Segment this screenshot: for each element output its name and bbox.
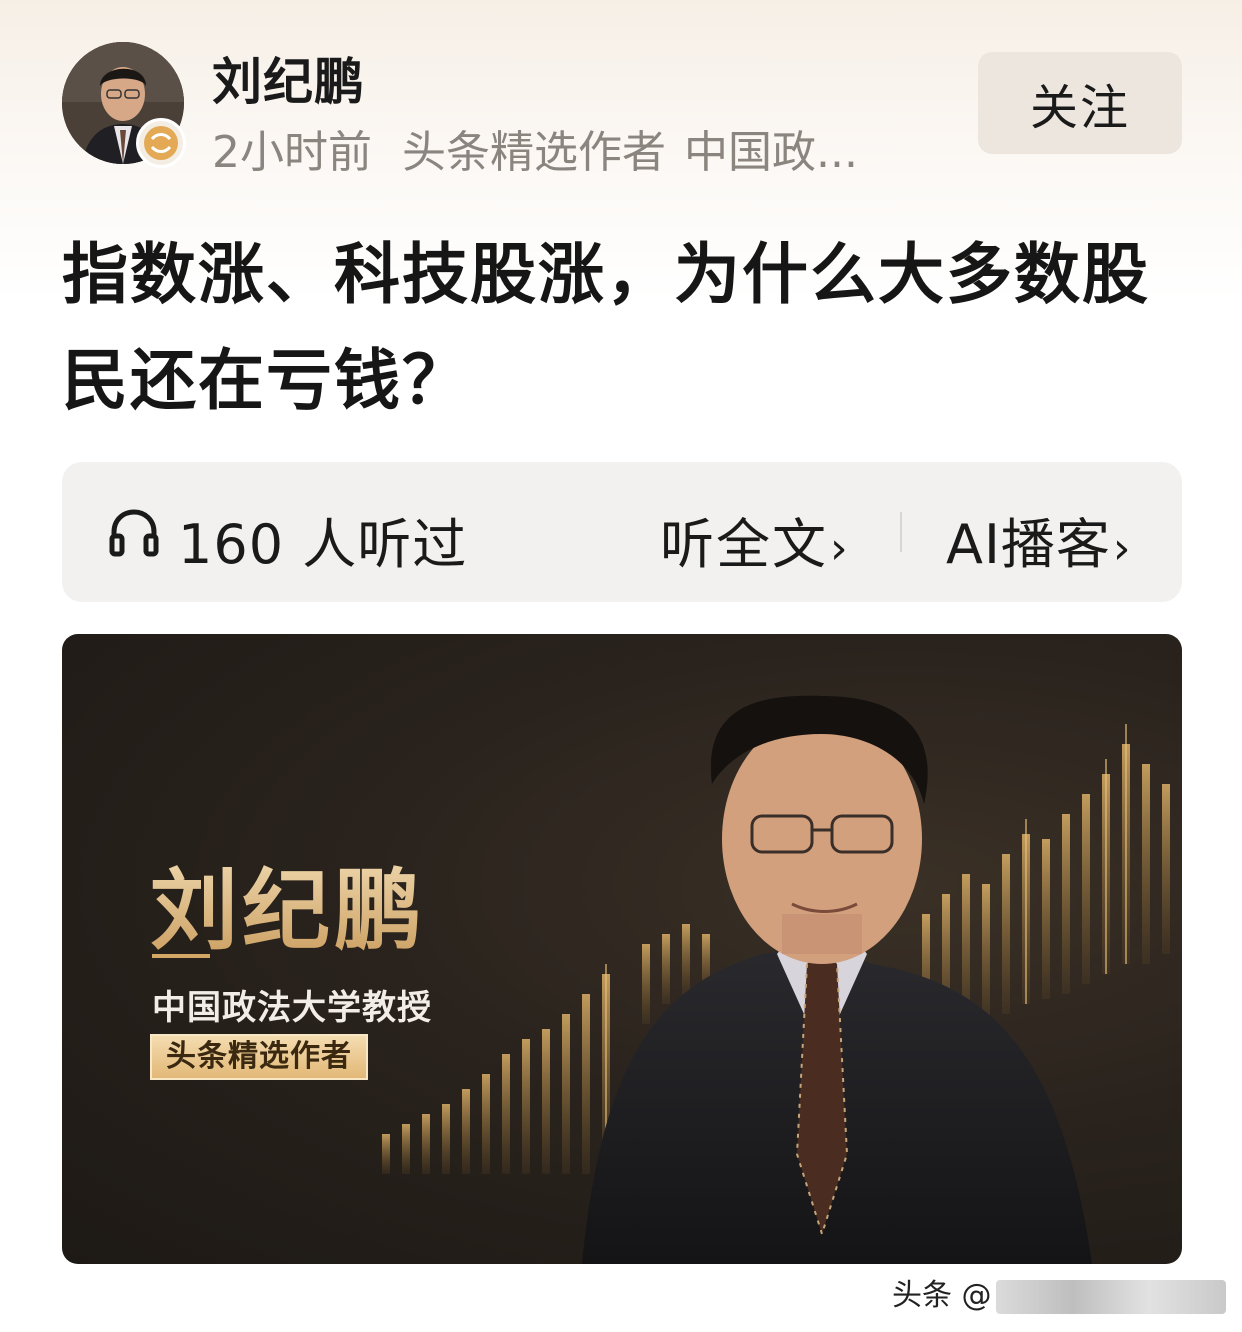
cover-author-name: 刘纪鹏 bbox=[150, 840, 426, 967]
listen-full-text-label: 听全文 bbox=[660, 513, 828, 576]
follow-button[interactable]: 关注 bbox=[978, 52, 1182, 154]
ai-podcast-button[interactable]: AI播客› bbox=[946, 500, 1131, 579]
cover-accent-line bbox=[152, 954, 210, 958]
chevron-right-icon: › bbox=[830, 523, 850, 574]
listen-bar: 160 人听过 听全文› AI播客› bbox=[62, 462, 1182, 602]
cover-affiliation: 中国政法大学教授 bbox=[152, 988, 432, 1028]
headphones-icon bbox=[109, 509, 159, 557]
post-header: 刘纪鹏 2小时前 头条精选作者 中国政... 关注 bbox=[0, 0, 1242, 200]
cover-image[interactable]: 刘纪鹏 中国政法大学教授 头条精选作者 bbox=[62, 634, 1182, 1264]
article-title[interactable]: 指数涨、科技股涨，为什么大多数股民还在亏钱？ bbox=[62, 222, 1182, 434]
cover-author-badge: 头条精选作者 bbox=[150, 1034, 368, 1080]
post-time: 2小时前 bbox=[212, 127, 372, 178]
watermark-blurred-handle bbox=[995, 1279, 1226, 1314]
watermark: 头条 @ bbox=[892, 1270, 1226, 1314]
listen-count: 160 人听过 bbox=[178, 513, 468, 576]
chevron-right-icon: › bbox=[1112, 523, 1132, 574]
divider bbox=[900, 512, 902, 552]
author-name[interactable]: 刘纪鹏 bbox=[212, 42, 365, 114]
verified-badge-icon bbox=[136, 118, 186, 168]
author-tag: 头条精选作者 bbox=[402, 127, 666, 178]
ai-podcast-label: AI播客 bbox=[946, 513, 1111, 576]
listen-full-text-button[interactable]: 听全文› bbox=[660, 500, 850, 579]
author-affiliation: 中国政... bbox=[684, 127, 858, 178]
post-meta: 2小时前 头条精选作者 中国政... bbox=[212, 116, 912, 180]
watermark-prefix: 头条 @ bbox=[892, 1278, 992, 1313]
